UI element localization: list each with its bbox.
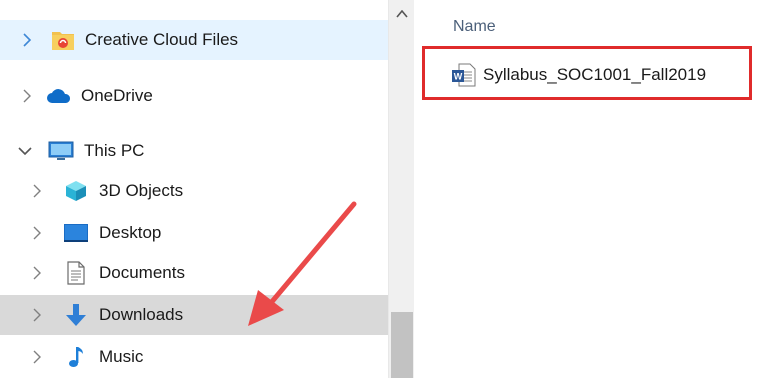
annotation-highlight-box (422, 46, 752, 100)
nav-item-creative-cloud-files[interactable]: Creative Cloud Files (0, 20, 388, 60)
nav-item-label: Creative Cloud Files (85, 30, 239, 49)
nav-item-label: Documents (99, 263, 185, 282)
scroll-up-arrow-icon[interactable] (389, 0, 415, 28)
chevron-right-icon[interactable] (28, 264, 46, 282)
documents-icon (63, 261, 89, 285)
onedrive-cloud-icon (46, 84, 72, 108)
creative-cloud-folder-icon (50, 28, 76, 52)
chevron-right-icon[interactable] (28, 224, 46, 242)
chevron-right-icon[interactable] (28, 182, 46, 200)
nav-item-label: 3D Objects (99, 181, 184, 200)
download-arrow-icon (63, 303, 89, 327)
scrollbar-thumb[interactable] (391, 312, 413, 378)
column-header-name[interactable]: Name (453, 18, 496, 36)
nav-item-label: This PC (84, 141, 145, 160)
nav-item-3d-objects[interactable]: 3D Objects (0, 171, 388, 211)
chevron-down-icon[interactable] (16, 142, 34, 160)
nav-scrollbar[interactable] (388, 0, 414, 378)
nav-item-label: Desktop (99, 223, 162, 242)
nav-item-label: Music (99, 347, 144, 366)
chevron-right-icon[interactable] (28, 348, 46, 366)
chevron-right-icon[interactable] (28, 306, 46, 324)
chevron-right-icon[interactable] (18, 31, 36, 49)
nav-item-music[interactable]: Music (0, 337, 388, 377)
3d-cube-icon (63, 179, 89, 203)
nav-item-label: Downloads (99, 305, 184, 324)
nav-item-onedrive[interactable]: OneDrive (0, 76, 388, 116)
desktop-icon (63, 221, 89, 245)
chevron-right-icon[interactable] (18, 87, 36, 105)
navigation-pane: Creative Cloud Files OneDrive This PC 3D… (0, 0, 388, 378)
music-note-icon (63, 345, 89, 369)
nav-item-this-pc[interactable]: This PC (0, 131, 388, 171)
nav-item-downloads[interactable]: Downloads (0, 295, 388, 335)
nav-item-label: OneDrive (81, 86, 153, 105)
nav-item-desktop[interactable]: Desktop (0, 213, 388, 253)
monitor-icon (48, 139, 74, 163)
nav-item-documents[interactable]: Documents (0, 253, 388, 293)
